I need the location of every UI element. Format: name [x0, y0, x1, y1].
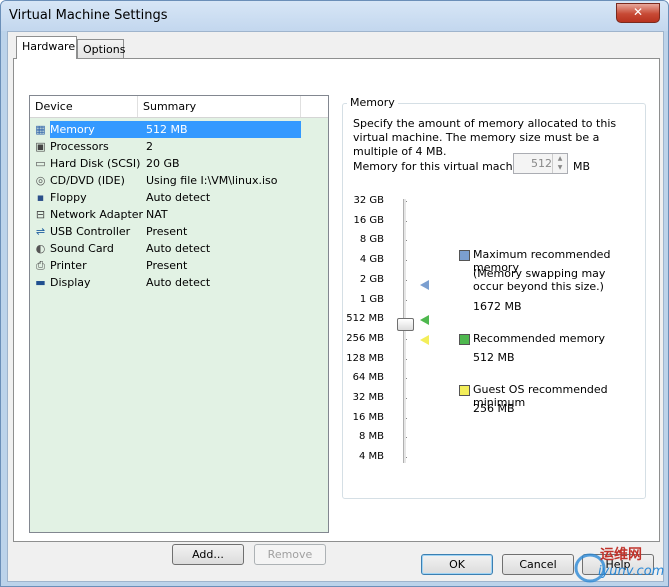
memory-slider-thumb[interactable]	[397, 318, 414, 331]
close-button[interactable]: ✕	[616, 3, 660, 23]
device-name: CD/DVD (IDE)	[50, 174, 125, 187]
device-summary: NAT	[146, 208, 168, 221]
max-recommended-note: (Memory swapping may occur beyond this s…	[473, 267, 606, 293]
printer-icon: ⎙	[36, 258, 45, 272]
memory-field-label: Memory for this virtual machine:	[353, 160, 534, 173]
floppy-icon: ▪	[36, 190, 45, 204]
spin-arrows-icon[interactable]: ▲ ▼	[552, 154, 567, 173]
device-summary: Auto detect	[146, 191, 211, 204]
max-recommended-legend-icon	[459, 250, 470, 261]
memory-input[interactable]: 512	[514, 154, 552, 173]
title-bar[interactable]: Virtual Machine Settings ✕	[1, 1, 668, 31]
memory-description: Specify the amount of memory allocated t…	[353, 117, 617, 158]
device-summary: 20 GB	[146, 157, 180, 170]
device-row-usb-controller[interactable]: ⇌ USB Controller Present	[33, 223, 301, 240]
device-name: Processors	[50, 140, 109, 153]
device-row-network-adapter[interactable]: ⊟ Network Adapter NAT	[33, 206, 301, 223]
tab-options[interactable]: Options	[77, 39, 125, 59]
device-row-printer[interactable]: ⎙ Printer Present	[33, 257, 301, 274]
scale-label: 128 MB	[346, 352, 384, 364]
device-name: USB Controller	[50, 225, 131, 238]
close-icon: ✕	[632, 5, 644, 19]
device-name: Memory	[50, 121, 142, 138]
device-row-floppy[interactable]: ▪ Floppy Auto detect	[33, 189, 301, 206]
device-name: Display	[50, 276, 91, 289]
memory-stepper[interactable]: 512 ▲ ▼	[513, 153, 568, 174]
watermark-logo: 运维网 iyunv.com	[570, 542, 664, 584]
scale-label: 16 GB	[353, 214, 384, 226]
hard-disk-icon: ▭	[35, 156, 46, 170]
cancel-button[interactable]: Cancel	[502, 554, 574, 575]
device-summary: Auto detect	[146, 242, 211, 255]
scale-label: 32 MB	[352, 392, 384, 403]
device-summary: Auto detect	[146, 276, 211, 289]
recommended-legend-icon	[459, 334, 470, 345]
device-summary: Using file I:\VM\linux.iso	[146, 174, 278, 187]
scale-label: 4 GB	[359, 254, 384, 266]
scale-label: 4 MB	[358, 451, 384, 463]
sound-card-icon: ◐	[35, 241, 46, 255]
recommended-marker-icon	[420, 315, 429, 325]
device-row-memory[interactable]: ▦ Memory 512 MB	[33, 121, 301, 138]
display-icon: ▬	[35, 275, 46, 289]
add-button[interactable]: Add...	[172, 544, 244, 565]
hardware-panel: Device Summary ▦ Memory 512 MB ▣ Processors 2…	[13, 58, 660, 565]
scale-label: 512 MB	[346, 313, 384, 325]
max-recommended-value: 1672 MB	[473, 300, 522, 313]
guest-minimum-marker-icon	[420, 335, 429, 345]
memory-unit: MB	[573, 160, 591, 173]
guest-minimum-value: 256 MB	[473, 402, 515, 415]
watermark-sub: iyunv.com	[598, 564, 665, 579]
scale-label: 8 GB	[359, 234, 384, 246]
recommended-value: 512 MB	[473, 351, 515, 364]
device-row-sound-card[interactable]: ◐ Sound Card Auto detect	[33, 240, 301, 257]
processor-icon: ▣	[35, 139, 46, 153]
device-summary: Present	[146, 225, 188, 238]
guest-minimum-legend-icon	[459, 385, 470, 396]
device-name: Sound Card	[50, 242, 114, 255]
scale-label: 2 GB	[359, 273, 384, 285]
memory-group-title: Memory	[347, 96, 398, 109]
memory-slider-track[interactable]	[403, 199, 406, 463]
usb-controller-icon: ⇌	[35, 224, 46, 238]
settings-window: Virtual Machine Settings ✕ Hardware Opti…	[0, 0, 669, 587]
network-adapter-icon: ⊟	[35, 207, 46, 221]
scale-label: 64 MB	[352, 372, 384, 384]
scale-label: 8 MB	[358, 431, 384, 443]
device-summary: 512 MB	[141, 121, 301, 138]
device-list[interactable]: Device Summary ▦ Memory 512 MB ▣ Processors 2…	[29, 95, 329, 533]
device-name: Floppy	[50, 191, 87, 204]
device-name: Network Adapter	[50, 208, 144, 221]
max-recommended-marker-icon	[420, 280, 429, 290]
recommended-title: Recommended memory	[473, 332, 606, 345]
device-row-processors[interactable]: ▣ Processors 2	[33, 138, 301, 155]
watermark-text: 运维网	[600, 547, 642, 563]
window-title: Virtual Machine Settings	[9, 8, 168, 23]
device-row-hard-disk-scsi[interactable]: ▭ Hard Disk (SCSI) 20 GB	[33, 155, 301, 172]
scale-label: 16 MB	[352, 411, 384, 423]
dialog-client-area: Hardware Options Device Summary ▦ Memory 5…	[7, 31, 664, 582]
column-header-device[interactable]: Device	[30, 96, 138, 117]
scale-label: 256 MB	[346, 332, 384, 344]
column-header-summary[interactable]: Summary	[138, 96, 301, 117]
device-row-cd-dvd-ide[interactable]: ◎ CD/DVD (IDE) Using file I:\VM\linux.iso	[33, 172, 301, 189]
tab-hardware[interactable]: Hardware	[16, 36, 77, 59]
device-summary: Present	[146, 259, 188, 272]
scale-label: 32 GB	[353, 195, 384, 206]
device-name: Printer	[50, 259, 87, 272]
memory-icon: ▦	[35, 122, 46, 136]
cd-dvd-icon: ◎	[35, 173, 46, 187]
remove-button[interactable]: Remove	[254, 544, 326, 565]
device-list-header: Device Summary	[30, 96, 328, 118]
device-summary: 2	[146, 140, 153, 153]
device-row-display[interactable]: ▬ Display Auto detect	[33, 274, 301, 291]
scale-label: 1 GB	[359, 293, 384, 305]
ok-button[interactable]: OK	[421, 554, 493, 575]
device-name: Hard Disk (SCSI)	[50, 157, 141, 170]
